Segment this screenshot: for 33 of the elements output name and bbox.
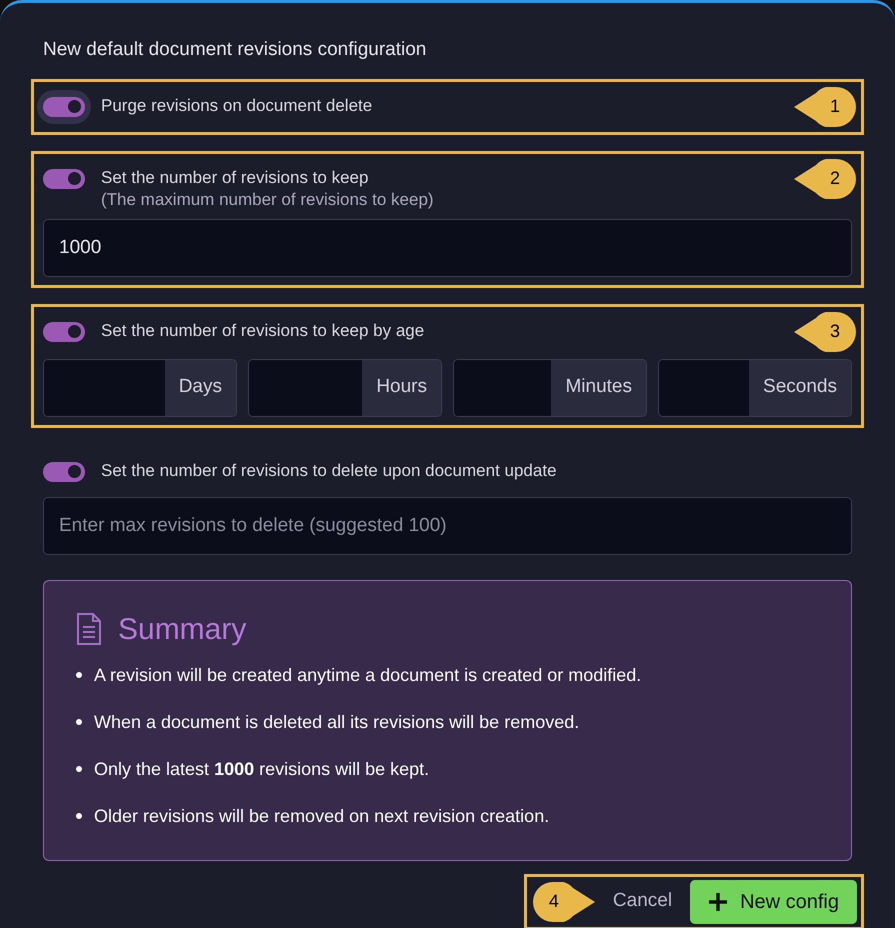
dialog-title: New default document revisions configuration: [42, 38, 428, 62]
unit-label: Seconds: [749, 360, 851, 416]
new-config-button[interactable]: New config: [690, 880, 857, 924]
number-field[interactable]: 1000: [43, 218, 852, 276]
duration-field[interactable]: Minutes: [453, 358, 647, 416]
callout-badge: 2: [794, 158, 856, 198]
unit-label: Minutes: [551, 360, 646, 416]
number-field[interactable]: Enter max revisions to delete (suggested 100): [43, 496, 852, 554]
summary-item: A revision will be created anytime a document is created or modified.: [94, 664, 642, 687]
summary-title: Summary: [118, 612, 246, 648]
plus-icon: [708, 892, 728, 912]
callout-badge: 1: [794, 86, 856, 126]
duration-field[interactable]: Hours: [248, 358, 442, 416]
summary-item: Older revisions will be removed on next revision creation.: [94, 804, 550, 828]
option-label: Set the number of revisions to delete upon document update: [101, 460, 557, 482]
unit-label: Days: [164, 360, 236, 416]
summary-item: Only the latest 1000 revisions will be kept.: [94, 758, 430, 781]
summary-item: When a document is deleted all its revisions will be removed.: [94, 710, 580, 734]
option-label: Purge revisions on document delete: [101, 94, 372, 116]
document-icon: [76, 613, 102, 645]
callout-badge: 3: [794, 312, 856, 352]
toggle-switch[interactable]: [43, 322, 85, 342]
option-hint: (The maximum number of revisions to keep): [101, 188, 434, 210]
callout-badge: 4: [532, 882, 595, 922]
toggle-switch[interactable]: [43, 462, 85, 482]
duration-field[interactable]: Seconds: [658, 358, 852, 416]
duration-field[interactable]: Days: [43, 358, 237, 416]
toggle-switch[interactable]: [43, 96, 85, 116]
cancel-button[interactable]: Cancel: [602, 880, 682, 924]
toggle-switch[interactable]: [43, 168, 85, 188]
option-label: Set the number of revisions to keep: [101, 166, 370, 188]
option-label: Set the number of revisions to keep by age: [101, 320, 424, 342]
unit-label: Hours: [362, 360, 441, 416]
